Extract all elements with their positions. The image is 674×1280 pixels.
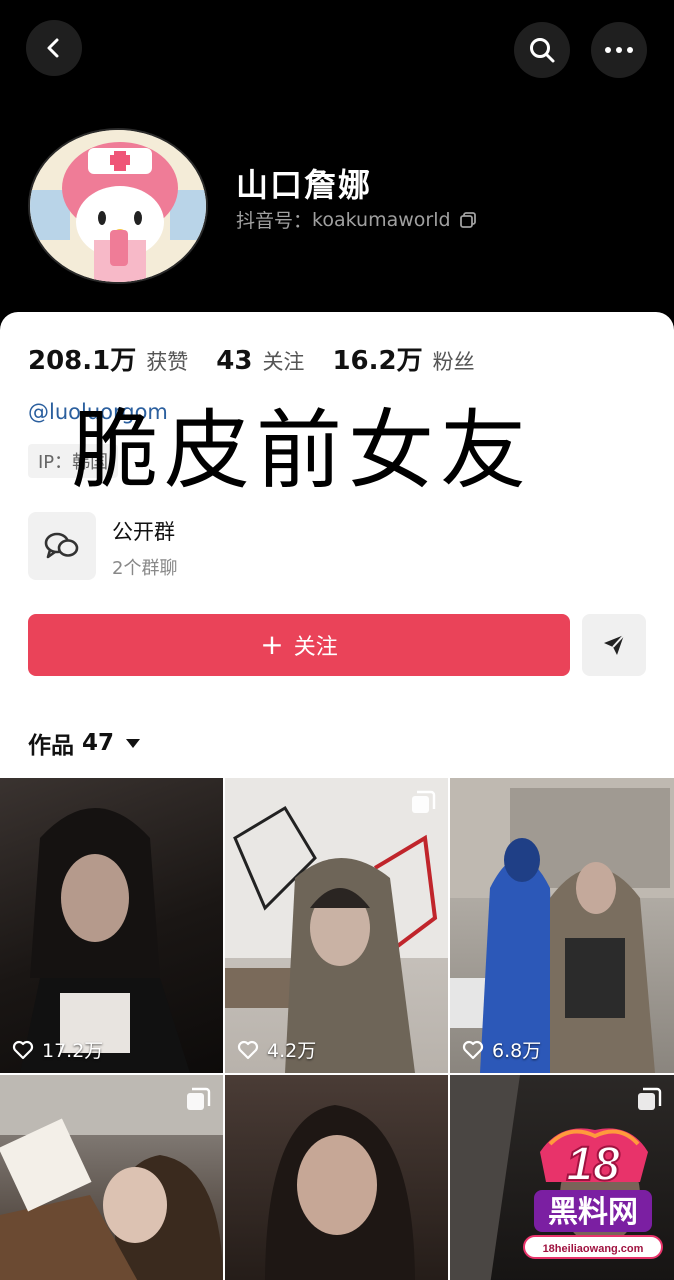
tab-works[interactable]: 作品 47 — [28, 726, 141, 760]
share-button[interactable] — [582, 614, 646, 676]
video-thumbnail[interactable] — [0, 1075, 223, 1280]
likes-count: 208.1万 — [28, 346, 137, 376]
more-button[interactable] — [591, 22, 647, 78]
video-likes: 6.8万 — [462, 1036, 541, 1063]
stats-row: 208.1万 获赞 43 关注 16.2万 粉丝 — [28, 340, 493, 377]
video-thumbnail[interactable]: 6.8万 — [450, 778, 674, 1073]
video-thumbnail-image — [20, 808, 190, 1073]
watermark-logo: 18 黑料网 18heiliaowang.com — [520, 1122, 666, 1272]
follow-button[interactable]: + 关注 — [28, 614, 570, 676]
following-count[interactable]: 43 — [216, 346, 252, 376]
back-button[interactable] — [26, 20, 82, 76]
group-count: 2个群聊 — [112, 558, 178, 579]
douyin-id-label: 抖音号： — [236, 210, 313, 232]
watermark-graphic: 18 黑料网 18heiliaowang.com — [523, 1128, 663, 1259]
top-bar — [0, 0, 674, 100]
heart-icon — [462, 1040, 484, 1059]
multi-photo-icon — [187, 1087, 211, 1110]
group-chat-icon — [44, 532, 79, 559]
multi-photo-icon — [412, 790, 436, 813]
douyin-id: koakumaworld — [312, 208, 451, 231]
video-thumbnail-image — [265, 1105, 415, 1280]
profile-name: 山口詹娜 — [236, 166, 373, 204]
video-thumbnail-image — [450, 778, 674, 1073]
video-likes-count: 17.2万 — [42, 1040, 104, 1062]
video-thumbnail[interactable]: 17.2万 — [0, 778, 223, 1073]
video-grid: 17.2万 4.2万 6.8万 — [0, 778, 674, 1073]
avatar-image — [30, 130, 206, 282]
watermark-name: 黑料网 — [548, 1195, 638, 1230]
back-icon — [47, 38, 59, 58]
overlay-caption: 脆皮前女友 — [72, 401, 532, 501]
video-thumbnail-image — [225, 778, 448, 1073]
caret-down-icon — [126, 738, 141, 748]
multi-photo-icon — [638, 1087, 662, 1110]
followers-label[interactable]: 粉丝 — [433, 346, 475, 376]
heart-icon — [237, 1040, 259, 1059]
follow-label: 关注 — [293, 635, 338, 660]
video-likes-count: 4.2万 — [267, 1040, 317, 1062]
works-count: 47 — [82, 730, 115, 756]
following-label[interactable]: 关注 — [262, 346, 304, 376]
video-likes-count: 6.8万 — [492, 1040, 542, 1062]
douyin-id-row[interactable]: 抖音号： koakumaworld — [236, 206, 477, 233]
plus-icon: + — [260, 628, 284, 661]
video-likes: 4.2万 — [237, 1036, 316, 1063]
copy-icon[interactable] — [459, 211, 477, 229]
works-label: 作品 — [28, 733, 74, 759]
watermark-number: 18 — [566, 1138, 620, 1191]
group-name[interactable]: 公开群 — [112, 516, 175, 546]
video-thumbnail[interactable] — [225, 1075, 448, 1280]
search-icon — [530, 38, 555, 63]
likes-label: 获赞 — [146, 350, 189, 374]
share-icon — [604, 634, 625, 655]
followers-count[interactable]: 16.2万 — [332, 340, 422, 377]
watermark-url: 18heiliaowang.com — [543, 1243, 644, 1255]
search-button[interactable] — [514, 22, 570, 78]
group-chat-button[interactable] — [28, 512, 96, 580]
avatar[interactable] — [28, 128, 208, 284]
video-thumbnail[interactable]: 4.2万 — [225, 778, 448, 1073]
heart-icon — [12, 1040, 34, 1059]
video-likes: 17.2万 — [12, 1036, 103, 1063]
more-icon — [605, 47, 633, 53]
